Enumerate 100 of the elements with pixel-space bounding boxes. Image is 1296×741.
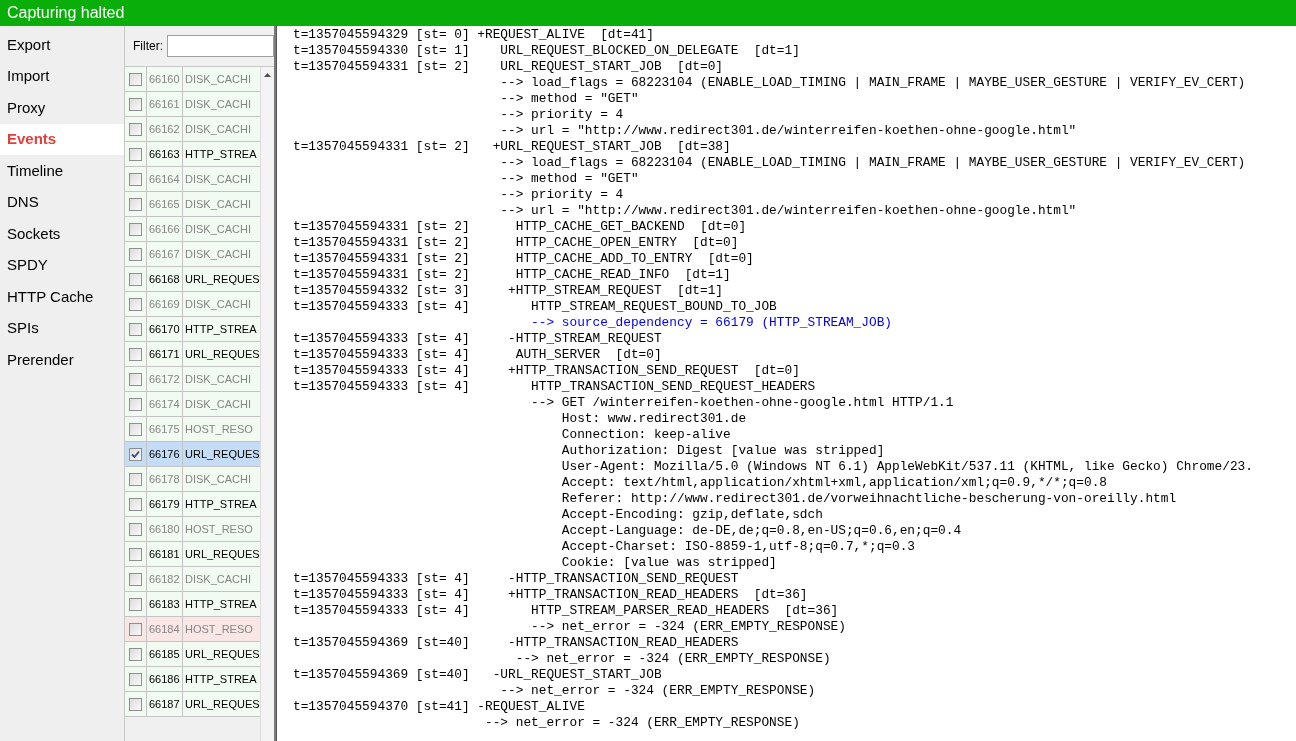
event-row[interactable]: 66187 URL_REQUES	[125, 692, 260, 717]
checkbox[interactable]	[129, 697, 142, 711]
event-type: DISK_CACHI	[184, 171, 253, 187]
log-line: t=1357045594331 [st= 2] URL_REQUEST_START_JOB [dt=0]	[293, 59, 725, 75]
sidebar-tab[interactable]: Events	[0, 123, 124, 155]
sidebar-tab[interactable]: Proxy	[0, 92, 124, 124]
event-id: 66162	[147, 117, 183, 141]
event-id: 66172	[147, 367, 183, 391]
checkbox[interactable]	[129, 247, 142, 261]
event-type: DISK_CACHI	[184, 571, 253, 587]
event-id: 66183	[147, 592, 183, 616]
event-type: HOST_RESO	[184, 521, 254, 537]
log-line: t=1357045594333 [st= 4] HTTP_STREAM_REQUEST_BOUND_TO_JOB	[293, 299, 778, 315]
event-row[interactable]: 66175 HOST_RESO	[125, 417, 260, 442]
event-row[interactable]: 66169 DISK_CACHI	[125, 292, 260, 317]
event-id: 66169	[147, 292, 183, 316]
checkbox[interactable]	[129, 447, 142, 461]
checkbox[interactable]	[129, 147, 142, 161]
event-id: 66180	[147, 517, 183, 541]
event-row[interactable]: 66178 DISK_CACHI	[125, 467, 260, 492]
log-line: --> url = "http://www.redirect301.de/winterreifen-koethen-ohne-google.html"	[499, 203, 1078, 219]
filter-field[interactable]	[167, 35, 274, 57]
up-arrow-icon[interactable]	[263, 73, 271, 77]
event-row[interactable]: 66171 URL_REQUES	[125, 342, 260, 367]
checkbox[interactable]	[129, 572, 142, 586]
sidebar-tab[interactable]: SPIs	[0, 312, 124, 344]
checkbox[interactable]	[129, 272, 142, 286]
checkbox[interactable]	[129, 122, 142, 136]
event-row[interactable]: 66183 HTTP_STREA	[125, 592, 260, 617]
event-row[interactable]: 66182 DISK_CACHI	[125, 567, 260, 592]
event-row[interactable]: 66164 DISK_CACHI	[125, 167, 260, 192]
event-row[interactable]: 66163 HTTP_STREA	[125, 142, 260, 167]
sidebar-tab[interactable]: HTTP Cache	[0, 281, 124, 313]
checkbox[interactable]	[129, 372, 142, 386]
log-line[interactable]: --> source_dependency = 66179 (HTTP_STREAM_JOB)	[293, 315, 1296, 331]
event-row[interactable]: 66185 URL_REQUES	[125, 642, 260, 667]
event-id: 66185	[147, 642, 183, 666]
event-id: 66187	[147, 692, 183, 716]
log-line: Accept-Language: de-DE,de;q=0.8,en-US;q=0.6,en;q=0.4	[560, 523, 963, 539]
status-bar: Capturing halted	[0, 0, 1296, 26]
sidebar-tab[interactable]: DNS	[0, 186, 124, 218]
event-row[interactable]: 66162 DISK_CACHI	[125, 117, 260, 142]
event-type: URL_REQUES	[184, 546, 260, 562]
checkbox[interactable]	[129, 647, 142, 661]
log-line: Accept-Charset: ISO-8859-1,utf-8;q=0.7,*;q=0.3	[560, 539, 917, 555]
sidebar-tab[interactable]: SPDY	[0, 249, 124, 281]
checkbox[interactable]	[129, 597, 142, 611]
event-id: 66160	[147, 67, 183, 91]
checkbox[interactable]	[129, 547, 142, 561]
checkbox[interactable]	[129, 222, 142, 236]
checkbox[interactable]	[129, 297, 142, 311]
event-row[interactable]: 66176 URL_REQUES	[125, 442, 260, 467]
checkbox[interactable]	[129, 72, 142, 86]
event-id: 66163	[147, 142, 183, 166]
checkbox[interactable]	[129, 672, 142, 686]
checkbox[interactable]	[129, 522, 142, 536]
event-row[interactable]: 66168 URL_REQUES	[125, 267, 260, 292]
log-line: t=1357045594331 [st= 2] HTTP_CACHE_READ_INFO [dt=1]	[293, 267, 732, 283]
event-row[interactable]: 66180 HOST_RESO	[125, 517, 260, 542]
checkbox[interactable]	[129, 172, 142, 186]
log-line: Cookie: [value was stripped]	[560, 555, 778, 571]
log-line: t=1357045594330 [st= 1] URL_REQUEST_BLOCKED_ON_DELEGATE [dt=1]	[293, 43, 801, 59]
event-row[interactable]: 66167 DISK_CACHI	[125, 242, 260, 267]
event-row[interactable]: 66181 URL_REQUES	[125, 542, 260, 567]
sidebar-tab[interactable]: Sockets	[0, 218, 124, 250]
checkbox[interactable]	[129, 347, 142, 361]
event-type: DISK_CACHI	[184, 121, 253, 137]
sidebar-tab[interactable]: Export	[0, 29, 124, 61]
event-row[interactable]: 66174 DISK_CACHI	[125, 392, 260, 417]
event-row[interactable]: 66165 DISK_CACHI	[125, 192, 260, 217]
sidebar-tab[interactable]: Timeline	[0, 155, 124, 187]
checkbox[interactable]	[129, 497, 142, 511]
checkbox[interactable]	[129, 422, 142, 436]
log-line: Referer: http://www.redirect301.de/vorweihnachtliche-bescherung-von-oreilly.html	[560, 491, 1178, 507]
event-id: 66167	[147, 242, 183, 266]
event-row[interactable]: 66170 HTTP_STREA	[125, 317, 260, 342]
checkbox[interactable]	[129, 197, 142, 211]
checkbox[interactable]	[129, 622, 142, 636]
event-row[interactable]: 66160 DISK_CACHI	[125, 67, 260, 92]
event-type: DISK_CACHI	[184, 196, 253, 212]
log-line: t=1357045594369 [st=40] -HTTP_TRANSACTION_READ_HEADERS	[293, 635, 740, 651]
checkbox[interactable]	[129, 397, 142, 411]
event-type: HTTP_STREA	[184, 496, 258, 512]
event-id: 66166	[147, 217, 183, 241]
event-row[interactable]: 66179 HTTP_STREA	[125, 492, 260, 517]
sidebar-tab[interactable]: Prerender	[0, 344, 124, 376]
log-line: t=1357045594331 [st= 2] +URL_REQUEST_START_JOB [dt=38]	[293, 139, 732, 155]
checkbox[interactable]	[129, 322, 142, 336]
checkbox[interactable]	[129, 97, 142, 111]
log-line: t=1357045594331 [st= 2] HTTP_CACHE_ADD_TO_ENTRY [dt=0]	[293, 251, 755, 267]
event-id: 66176	[147, 442, 183, 466]
event-row[interactable]: 66172 DISK_CACHI	[125, 367, 260, 392]
event-row[interactable]: 66186 HTTP_STREA	[125, 667, 260, 692]
event-row[interactable]: 66161 DISK_CACHI	[125, 92, 260, 117]
event-type: DISK_CACHI	[184, 71, 253, 87]
event-row[interactable]: 66166 DISK_CACHI	[125, 217, 260, 242]
event-id: 66178	[147, 467, 183, 491]
log-line: t=1357045594333 [st= 4] HTTP_STREAM_PARSER_READ_HEADERS [dt=36]	[293, 603, 840, 619]
checkbox[interactable]	[129, 472, 142, 486]
sidebar-tab[interactable]: Import	[0, 60, 124, 92]
